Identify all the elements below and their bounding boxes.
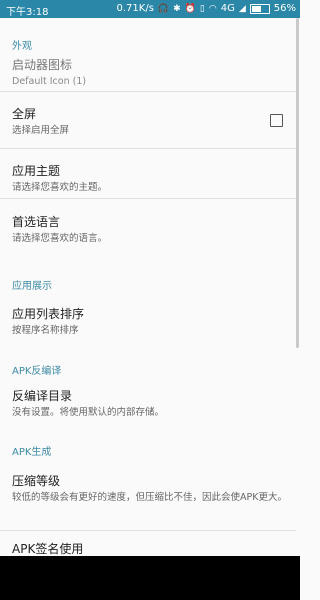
- settings-list[interactable]: 外观 启动器图标 Default Icon (1) 全屏 选择启用全屏 应用主题…: [0, 18, 300, 556]
- pref-title: 全屏: [12, 107, 37, 121]
- pref-title: 压缩等级: [12, 474, 61, 488]
- pref-decompile-dir[interactable]: 反编译目录 没有设置。将使用默认的内部存储。: [12, 387, 288, 419]
- alarm-icon: ⏰: [184, 3, 196, 14]
- battery-fill: [251, 5, 261, 12]
- pref-summary: 选择启用全屏: [12, 125, 70, 136]
- pref-summary: Default Icon (1): [12, 76, 87, 87]
- network-type: 4G: [220, 3, 235, 14]
- pref-apk-signing[interactable]: APK签名使用: [12, 540, 288, 556]
- bluetooth-icon: ✱: [173, 3, 181, 14]
- pref-fullscreen[interactable]: 全屏 选择启用全屏: [12, 105, 288, 137]
- section-header-apk-decompile: APK反编译: [12, 366, 62, 377]
- navigation-bar: [0, 556, 300, 600]
- vibrate-icon: ▯: [199, 3, 205, 14]
- pref-summary: 请选择您喜欢的语言。: [12, 233, 108, 244]
- divider: [0, 148, 296, 149]
- pref-title: 启动器图标: [12, 58, 73, 72]
- pref-summary: 请选择您喜欢的主题。: [12, 182, 108, 193]
- pref-launcher-icon[interactable]: 启动器图标 Default Icon (1): [12, 56, 288, 88]
- section-header-app-display: 应用展示: [12, 281, 52, 292]
- divider: [0, 198, 296, 199]
- divider: [0, 530, 296, 531]
- status-bar: 下午3:18 0.71K/s 🎧 ✱ ⏰ ▯ ◠ 4G ◢ 56%: [0, 0, 300, 18]
- divider: [0, 91, 296, 92]
- battery-icon: [249, 3, 270, 14]
- pref-title: 首选语言: [12, 215, 61, 229]
- fullscreen-checkbox[interactable]: [270, 114, 283, 127]
- pref-title: 应用主题: [12, 164, 61, 178]
- pref-compression-level[interactable]: 压缩等级 较低的等级会有更好的速度，但压缩比不佳，因此会使APK更大。: [12, 472, 288, 504]
- pref-title: 反编译目录: [12, 389, 73, 403]
- pref-title: 应用列表排序: [12, 307, 85, 321]
- wifi-icon: ◠: [208, 3, 217, 14]
- pref-summary: 较低的等级会有更好的速度，但压缩比不佳，因此会使APK更大。: [12, 492, 287, 503]
- battery-percent: 56%: [273, 3, 296, 14]
- section-header-appearance: 外观: [12, 41, 32, 52]
- pref-app-sort[interactable]: 应用列表排序 按程序名称排序: [12, 305, 288, 337]
- section-header-apk-build: APK生成: [12, 447, 52, 458]
- status-time: 下午3:18: [6, 7, 49, 18]
- pref-theme[interactable]: 应用主题 请选择您喜欢的主题。: [12, 162, 288, 194]
- pref-language[interactable]: 首选语言 请选择您喜欢的语言。: [12, 213, 288, 245]
- signal-icon: ◢: [238, 3, 246, 14]
- network-speed: 0.71K/s: [116, 3, 154, 14]
- pref-summary: 按程序名称排序: [12, 325, 79, 336]
- status-icons: 0.71K/s 🎧 ✱ ⏰ ▯ ◠ 4G ◢ 56%: [117, 3, 296, 14]
- pref-summary: 没有设置。将使用默认的内部存储。: [12, 407, 165, 418]
- scrollbar[interactable]: [296, 18, 299, 348]
- headset-icon: 🎧: [157, 3, 170, 14]
- pref-title: APK签名使用: [12, 542, 84, 556]
